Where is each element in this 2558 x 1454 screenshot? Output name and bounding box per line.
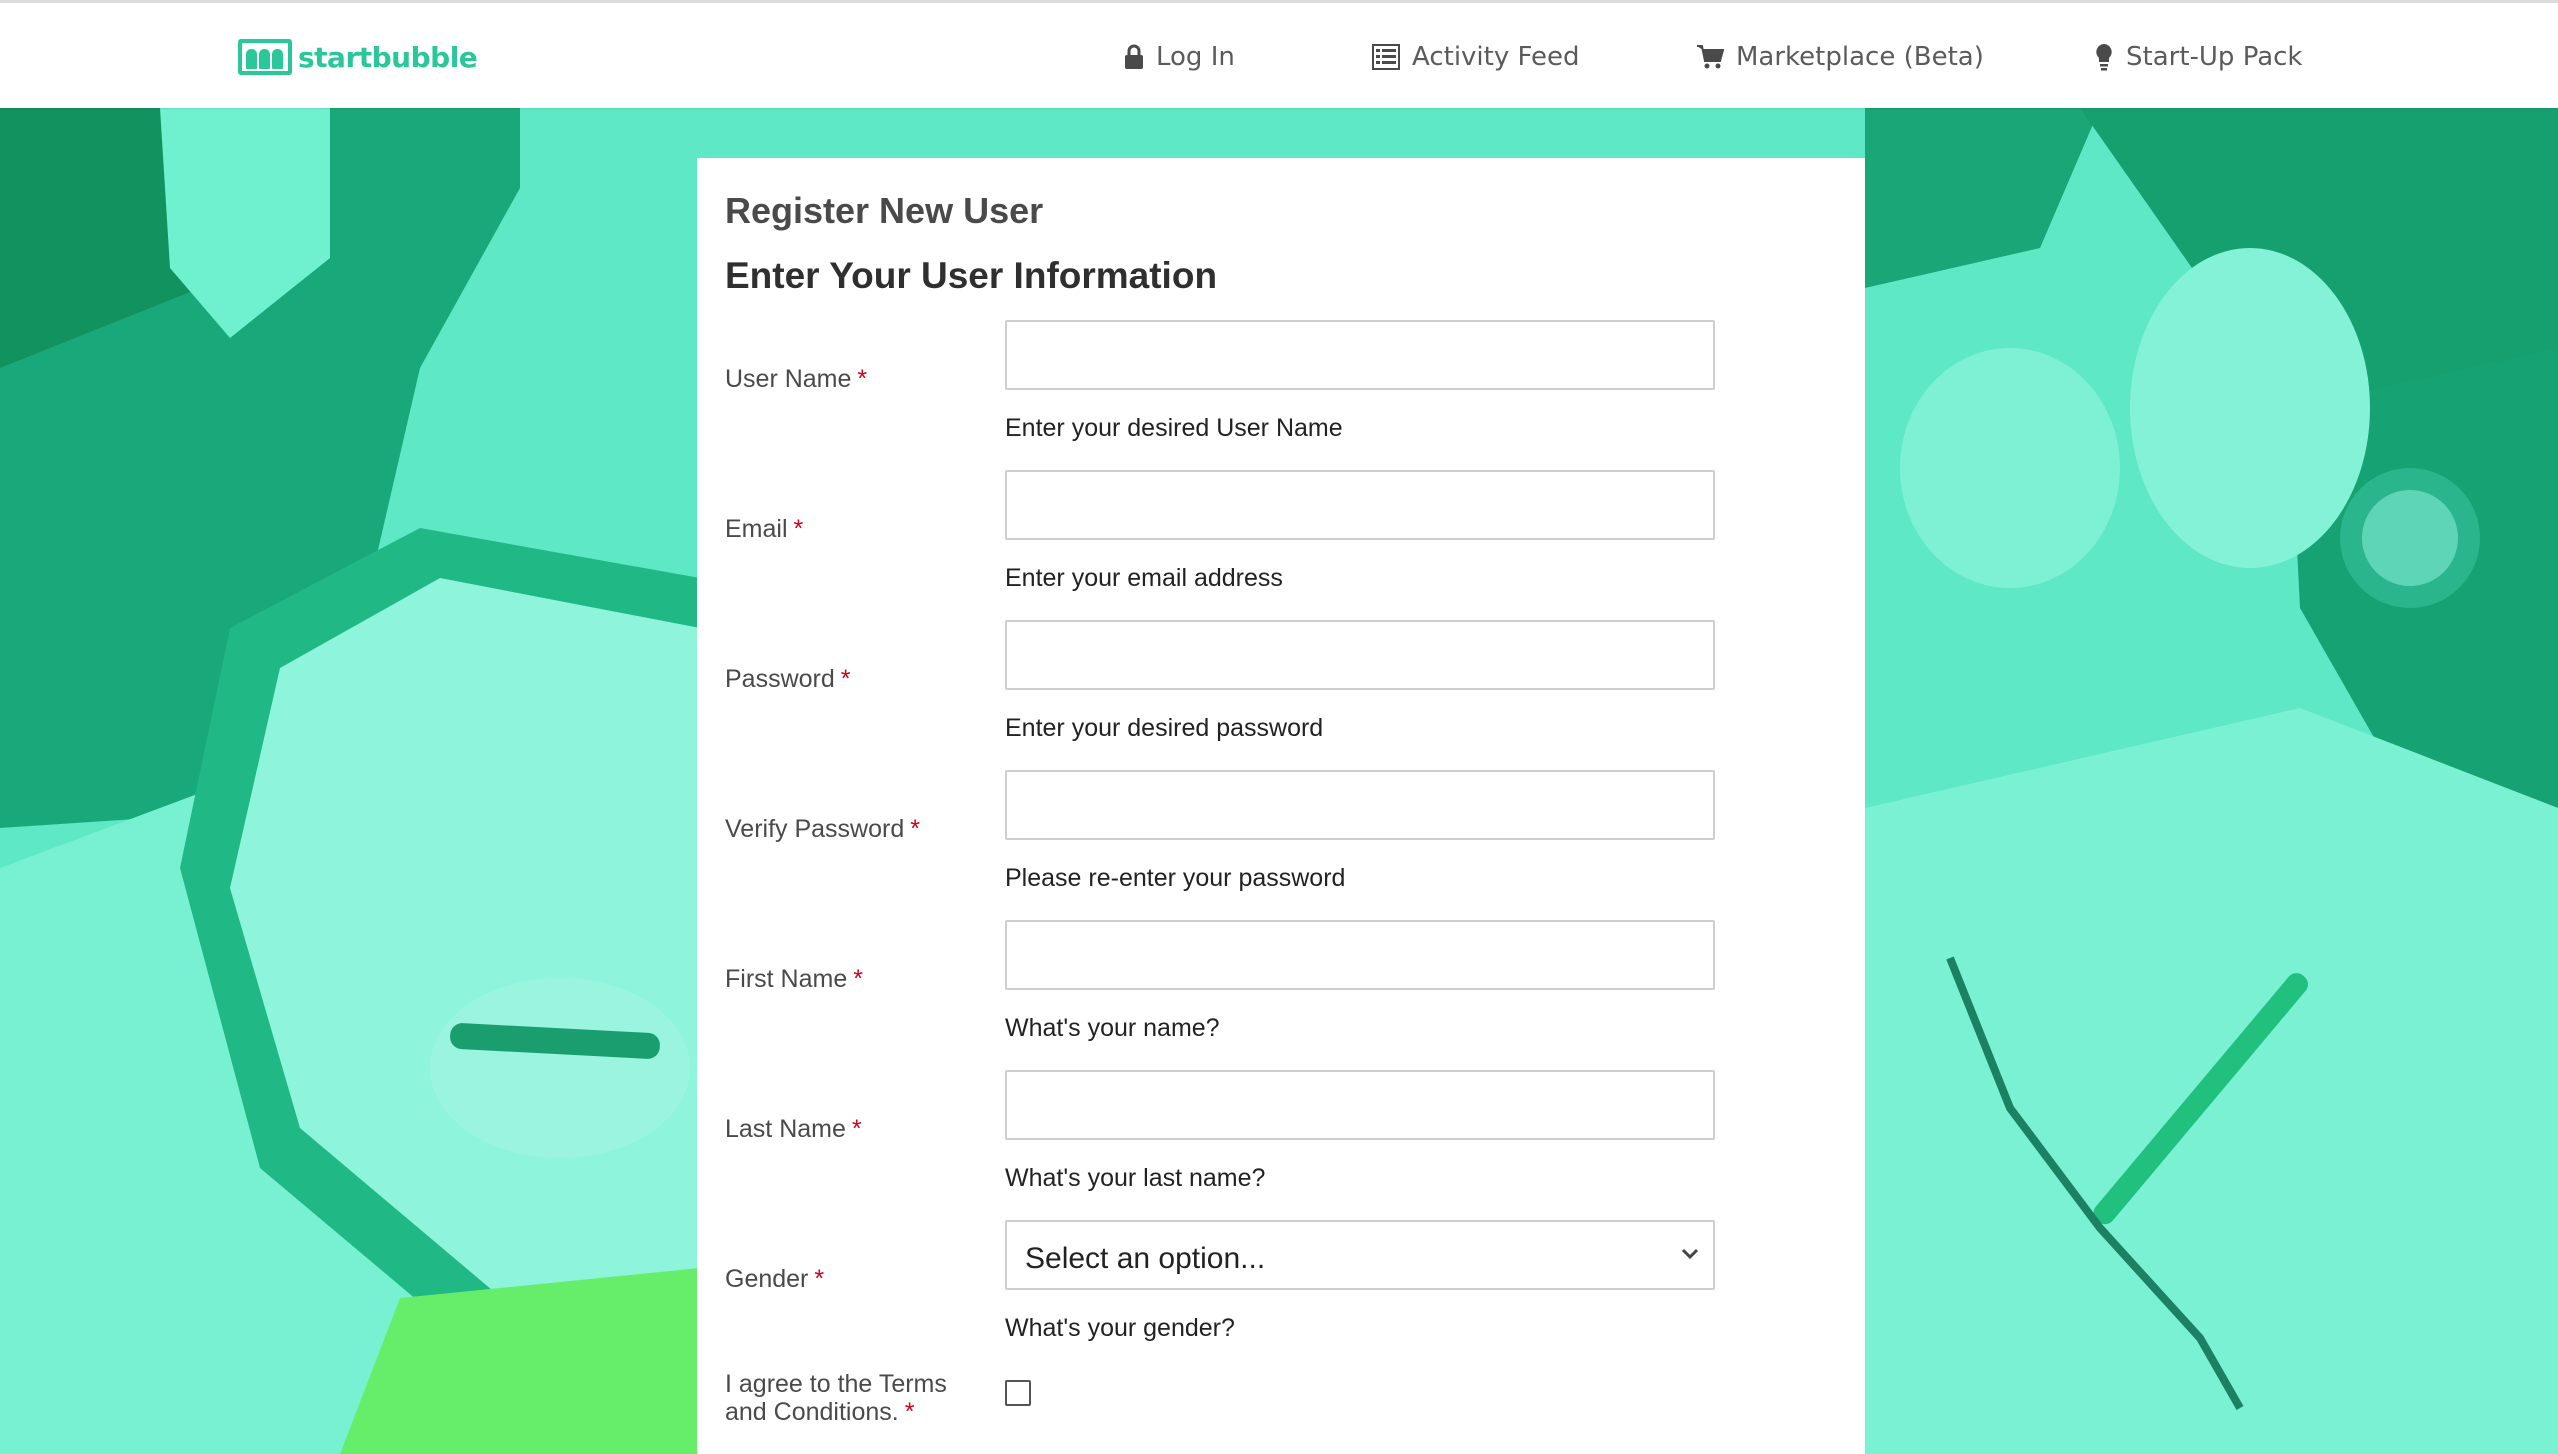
email-input[interactable] — [1005, 470, 1715, 540]
gender-select[interactable]: Select an option... — [1005, 1220, 1715, 1290]
last-name-label-text: Last Name — [725, 1115, 846, 1143]
registration-form-panel: Register New User Enter Your User Inform… — [697, 158, 1865, 1454]
username-label: User Name * — [725, 365, 867, 393]
password-label-text: Password — [725, 665, 835, 693]
required-marker: * — [851, 1115, 862, 1143]
required-marker: * — [840, 665, 851, 693]
email-label: Email * — [725, 515, 803, 543]
email-label-text: Email — [725, 515, 788, 543]
lightbulb-icon — [2096, 44, 2112, 71]
password-help: Enter your desired password — [1005, 714, 1324, 742]
username-help: Enter your desired User Name — [1005, 414, 1343, 442]
startbubble-logo[interactable]: startbubble — [238, 39, 478, 75]
nav-activity-feed-label: Activity Feed — [1412, 42, 1580, 72]
verify-password-help: Please re-enter your password — [1005, 864, 1346, 892]
cart-icon — [1697, 45, 1724, 69]
startbubble-logo-icon — [238, 39, 292, 75]
terms-label-line1: I agree to the Terms — [725, 1370, 947, 1398]
gender-select-value: Select an option... — [1025, 1242, 1266, 1275]
lock-icon — [1125, 44, 1143, 69]
list-icon — [1372, 44, 1400, 70]
gender-label: Gender * — [725, 1265, 824, 1293]
required-marker: * — [857, 365, 868, 393]
nav-startup-pack[interactable]: Start-Up Pack — [2094, 33, 2303, 81]
required-marker: * — [814, 1265, 825, 1293]
last-name-input[interactable] — [1005, 1070, 1715, 1140]
username-input[interactable] — [1005, 320, 1715, 390]
password-input[interactable] — [1005, 620, 1715, 690]
first-name-input[interactable] — [1005, 920, 1715, 990]
nav-login-label: Log In — [1156, 42, 1235, 72]
required-marker: * — [853, 965, 863, 993]
first-name-label: First Name * — [725, 965, 863, 993]
verify-password-label-text: Verify Password — [725, 815, 905, 843]
first-name-help: What's your name? — [1005, 1014, 1220, 1042]
verify-password-label: Verify Password * — [725, 815, 920, 843]
form-title: Register New User — [725, 190, 1044, 231]
chevron-down-icon — [1681, 1248, 1699, 1260]
last-name-label: Last Name * — [725, 1115, 862, 1143]
nav-marketplace[interactable]: Marketplace (Beta) — [1696, 33, 1984, 81]
terms-label-line2: and Conditions. — [725, 1398, 899, 1426]
gender-help: What's your gender? — [1005, 1314, 1235, 1342]
required-marker: * — [793, 515, 804, 543]
nav-activity-feed[interactable]: Activity Feed — [1372, 33, 1580, 81]
top-navigation-bar: startbubble Log In Activity Feed Marketp… — [0, 0, 2558, 108]
last-name-help: What's your last name? — [1005, 1164, 1266, 1192]
password-label: Password * — [725, 665, 851, 693]
form-subtitle: Enter Your User Information — [725, 255, 1218, 296]
username-label-text: User Name — [725, 365, 852, 393]
nav-startup-pack-label: Start-Up Pack — [2126, 42, 2303, 72]
gender-label-text: Gender — [725, 1265, 809, 1293]
first-name-label-text: First Name — [725, 965, 848, 993]
email-help: Enter your email address — [1005, 564, 1283, 592]
nav-marketplace-label: Marketplace (Beta) — [1736, 42, 1984, 72]
terms-label: I agree to the Terms and Conditions. * — [725, 1370, 947, 1426]
nav-login[interactable]: Log In — [1124, 33, 1235, 81]
required-marker: * — [904, 1398, 915, 1426]
required-marker: * — [910, 815, 920, 843]
verify-password-input[interactable] — [1005, 770, 1715, 840]
terms-checkbox[interactable] — [1005, 1380, 1031, 1406]
brand-name: startbubble — [298, 40, 478, 74]
